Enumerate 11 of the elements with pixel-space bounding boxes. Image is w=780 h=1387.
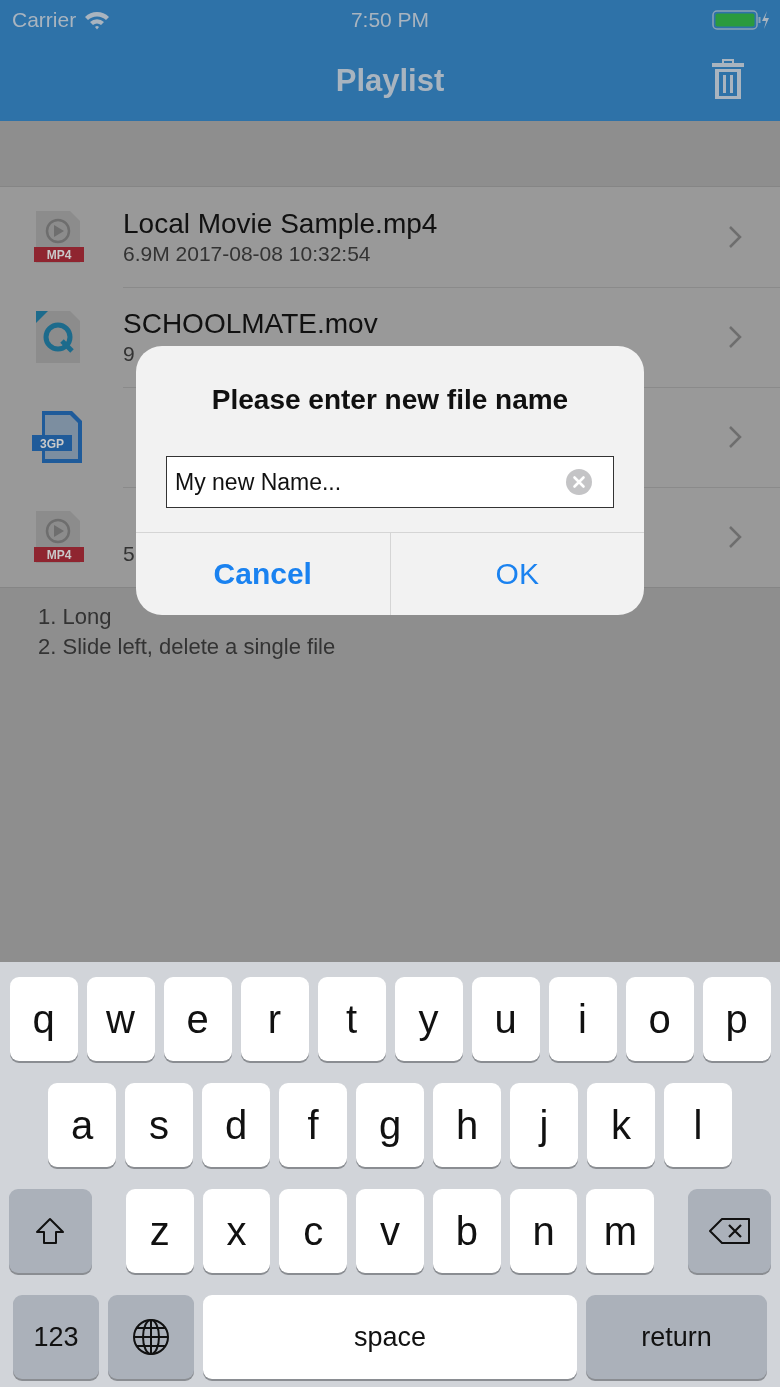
dialog-title: Please enter new file name — [211, 384, 569, 416]
clock-time: 7:50 PM — [350, 8, 430, 32]
hint-text: 2. Slide left, delete a single file — [38, 634, 337, 660]
file-name: SCHOOLMATE.mov — [123, 308, 379, 340]
file-details: 6.9M 2017-08-08 10:32:54 — [123, 242, 372, 266]
carrier-name: Carrier — [12, 8, 77, 32]
file-details: 9 — [123, 342, 136, 366]
file-name: Local Movie Sample.mp4 — [123, 208, 439, 240]
nav-title: Playlist — [335, 62, 445, 99]
hint-text: 1. Long — [38, 604, 113, 630]
file-details: 5 — [123, 542, 136, 566]
